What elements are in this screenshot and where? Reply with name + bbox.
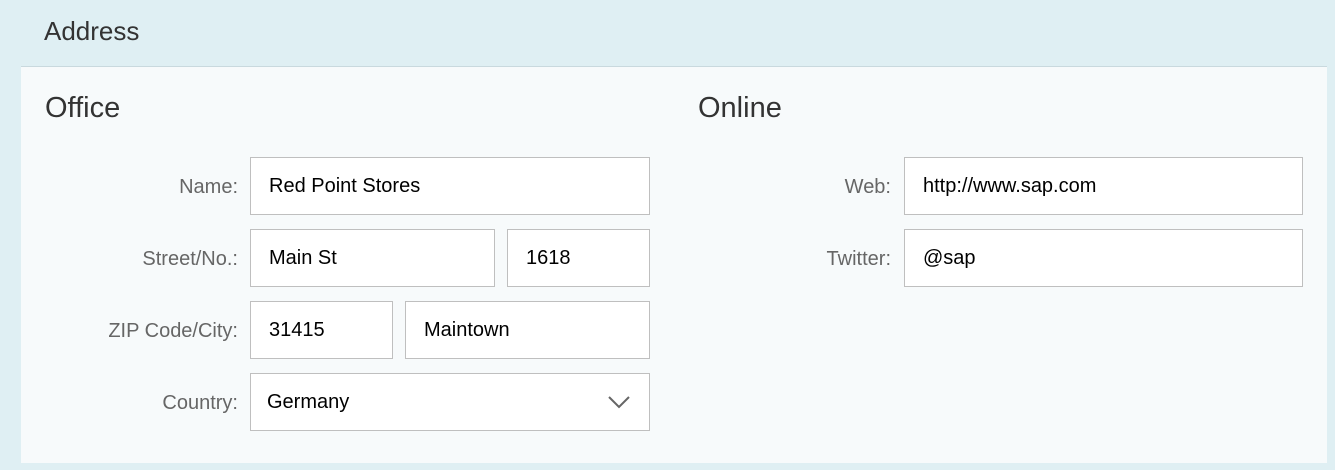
street-input[interactable]: Main St xyxy=(250,229,495,287)
street-label: Street/No.: xyxy=(142,248,238,270)
name-label: Name: xyxy=(179,176,238,198)
web-label: Web: xyxy=(844,176,891,198)
country-label: Country: xyxy=(162,392,238,414)
office-section-title: Office xyxy=(45,92,121,124)
web-input[interactable]: http://www.sap.com xyxy=(904,157,1303,215)
country-select[interactable]: Germany xyxy=(250,373,650,431)
panel-header: Address xyxy=(0,0,1335,66)
zip-code-input[interactable]: 31415 xyxy=(250,301,393,359)
house-number-input[interactable]: 1618 xyxy=(507,229,650,287)
country-select-value: Germany xyxy=(267,391,350,413)
name-input[interactable]: Red Point Stores xyxy=(250,157,650,215)
chevron-down-icon[interactable] xyxy=(607,394,631,410)
panel-title: Address xyxy=(44,16,140,46)
twitter-label: Twitter: xyxy=(826,248,891,270)
online-section-title: Online xyxy=(698,92,782,124)
twitter-input[interactable]: @sap xyxy=(904,229,1303,287)
city-input[interactable]: Maintown xyxy=(405,301,650,359)
zip-city-label: ZIP Code/City: xyxy=(108,320,238,342)
